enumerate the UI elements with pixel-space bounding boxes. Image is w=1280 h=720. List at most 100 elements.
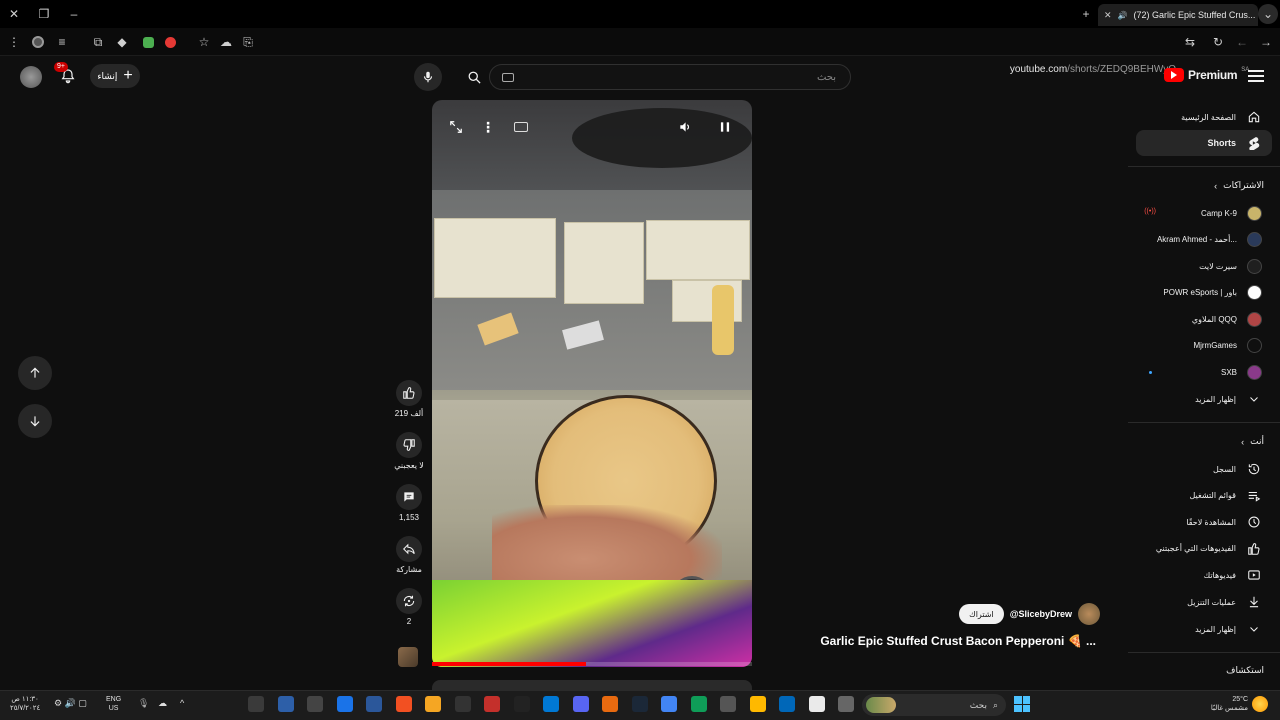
like-button[interactable] bbox=[396, 380, 422, 406]
next-short-button[interactable] bbox=[18, 404, 52, 438]
hamburger-menu-icon[interactable] bbox=[1248, 68, 1264, 84]
sidebar-subscription-1[interactable]: Akram Ahmed - أحمد... bbox=[1136, 227, 1272, 253]
captions-button[interactable] bbox=[510, 116, 532, 138]
bookmark-star-icon[interactable]: ☆ bbox=[194, 32, 214, 52]
record-app-icon[interactable] bbox=[484, 696, 500, 712]
restore-window-icon[interactable]: ❐ bbox=[34, 4, 54, 24]
sidebar-you-item-1[interactable]: قوائم التشغيل bbox=[1136, 483, 1272, 509]
chatgpt-app-icon[interactable] bbox=[307, 696, 323, 712]
reload-icon[interactable]: ↻ bbox=[1208, 32, 1228, 52]
chrome-app-icon[interactable] bbox=[661, 696, 677, 712]
sidebar-subscription-4[interactable]: الملاوي QQQ bbox=[1136, 306, 1272, 332]
search-button[interactable] bbox=[460, 64, 488, 90]
sidebar-you-item-4[interactable]: فيديوهاتك bbox=[1136, 562, 1272, 588]
extension-red-icon[interactable] bbox=[160, 32, 180, 52]
menu-dots-icon[interactable]: ⋮ bbox=[4, 32, 24, 52]
channel-avatar[interactable] bbox=[1078, 603, 1100, 625]
word-app-icon[interactable] bbox=[366, 696, 382, 712]
chevron-up-icon[interactable]: ^ bbox=[180, 698, 184, 708]
account-avatar[interactable] bbox=[20, 66, 42, 88]
office-app-icon[interactable] bbox=[395, 696, 412, 712]
settings-app-icon[interactable] bbox=[277, 696, 294, 712]
back-icon[interactable]: → bbox=[1256, 32, 1276, 52]
weather-widget[interactable]: 25°C مشمس غالبًا bbox=[1200, 695, 1248, 713]
share-button[interactable] bbox=[396, 536, 422, 562]
notifications-button[interactable]: 9+ bbox=[54, 62, 78, 86]
windows-start-icon[interactable] bbox=[1014, 696, 1030, 712]
fullscreen-button[interactable] bbox=[445, 116, 467, 138]
subscriptions-header[interactable]: ‹ الاشتراكات bbox=[1214, 180, 1264, 191]
create-button[interactable]: إنشاء + bbox=[90, 64, 140, 88]
sidebar-show-more-2[interactable]: إظهار المزيد bbox=[1136, 616, 1272, 642]
sidebar-subscription-5[interactable]: MjrmGames bbox=[1136, 333, 1272, 359]
search-input[interactable] bbox=[490, 65, 850, 89]
task-view-icon[interactable] bbox=[248, 696, 264, 712]
comments-button[interactable] bbox=[396, 484, 422, 510]
obs-app-icon[interactable] bbox=[720, 696, 736, 712]
close-window-icon[interactable]: ✕ bbox=[4, 4, 24, 24]
sound-thumbnail[interactable] bbox=[398, 647, 418, 667]
previous-short-button[interactable] bbox=[18, 356, 52, 390]
mail-app-icon[interactable] bbox=[543, 696, 559, 712]
screenshot-icon[interactable]: ⎘ bbox=[238, 32, 258, 52]
short-title[interactable]: Garlic Epic Stuffed Crust Bacon Pepperon… bbox=[820, 634, 1096, 648]
discord-app-icon[interactable] bbox=[572, 696, 589, 712]
keyboard-icon[interactable] bbox=[502, 73, 514, 82]
you-header[interactable]: ‹ أنت bbox=[1241, 436, 1264, 447]
sidebar-subscription-6[interactable]: SXB bbox=[1136, 359, 1272, 385]
taskbar-clock[interactable]: ١١:٣٠ ص ٢٥/٧/٢٠٢٤ bbox=[10, 695, 40, 713]
taskbar-system-icons[interactable]: ⚙ 🔊 ▢ bbox=[54, 698, 87, 709]
sidebar-item-shorts[interactable]: Shorts bbox=[1136, 130, 1272, 156]
sidebar-show-more[interactable]: إظهار المزيد bbox=[1136, 386, 1272, 412]
forward-icon[interactable]: ← bbox=[1232, 32, 1252, 52]
sidebar-subscription-2[interactable]: سيرت لايت bbox=[1136, 253, 1272, 279]
remix-button[interactable] bbox=[396, 588, 422, 614]
sidebar-you-item-3[interactable]: الفيديوهات التي أعجبتني bbox=[1136, 536, 1272, 562]
copilot-app-icon[interactable] bbox=[779, 696, 795, 712]
profile-icon[interactable] bbox=[28, 32, 48, 52]
dislike-label: لا يعجبني bbox=[394, 461, 424, 470]
video-progress-bar[interactable] bbox=[432, 662, 752, 666]
edge-app-icon[interactable] bbox=[336, 696, 353, 712]
tab-active[interactable]: ✕ 🔊 (72) Garlic Epic Stuffed Crus... bbox=[1098, 4, 1258, 26]
blank-app-icon[interactable] bbox=[513, 696, 530, 712]
dislike-button[interactable] bbox=[396, 432, 422, 458]
cloud-icon[interactable]: ☁ bbox=[216, 32, 236, 52]
youtube-premium-logo[interactable]: Premium SA bbox=[1164, 67, 1249, 82]
more-options-icon[interactable]: ⋮ bbox=[477, 116, 499, 138]
tab-list-icon[interactable]: ≡ bbox=[52, 32, 72, 52]
sidebar-you-item-0[interactable]: السجل bbox=[1136, 456, 1272, 482]
edge-canary-app-icon[interactable] bbox=[690, 696, 707, 712]
steam-app-icon[interactable] bbox=[631, 696, 648, 712]
sidebar-subscription-0[interactable]: Camp K-9 bbox=[1136, 200, 1272, 226]
subscribe-button[interactable]: اشتراك bbox=[959, 604, 1004, 624]
channel-name[interactable]: @SlicebyDrew bbox=[1010, 609, 1072, 619]
mute-button[interactable] bbox=[674, 116, 696, 138]
site-settings-icon[interactable]: ⇆ bbox=[1180, 32, 1200, 52]
next-short-preview[interactable] bbox=[432, 680, 752, 690]
mic-tray-icon[interactable]: 🎙 bbox=[138, 698, 149, 709]
sidebar-you-item-5[interactable]: عمليات التنزيل bbox=[1136, 589, 1272, 615]
new-tab-icon[interactable]: + bbox=[1076, 4, 1096, 24]
extension-shield-icon[interactable] bbox=[138, 32, 158, 52]
minimize-window-icon[interactable]: – bbox=[64, 4, 84, 24]
pencil-app-icon[interactable] bbox=[425, 696, 441, 712]
store-app-icon[interactable] bbox=[808, 696, 825, 712]
sidebar-subscription-3[interactable]: POWR eSports | باور bbox=[1136, 280, 1272, 306]
game-app-icon[interactable] bbox=[454, 696, 471, 712]
window-app-icon[interactable] bbox=[838, 696, 854, 712]
pause-button[interactable] bbox=[714, 116, 736, 138]
sidebar-item-home[interactable]: الصفحة الرئيسية bbox=[1136, 104, 1272, 130]
voice-search-button[interactable] bbox=[414, 63, 442, 91]
extension-diamond-icon[interactable]: ◆ bbox=[112, 32, 132, 52]
vlc-app-icon[interactable] bbox=[602, 696, 618, 712]
cloud-tray-icon[interactable]: ☁ bbox=[158, 698, 167, 709]
explorer-app-icon[interactable] bbox=[749, 696, 766, 712]
search-field[interactable] bbox=[489, 64, 851, 90]
close-tab-icon[interactable]: ✕ bbox=[1104, 10, 1112, 21]
extensions-icon[interactable]: ⧉ bbox=[88, 32, 108, 52]
language-indicator[interactable]: ENG US bbox=[106, 695, 121, 713]
tab-search-icon[interactable]: ⌄ bbox=[1258, 4, 1278, 24]
short-video-player[interactable]: ⋮ bbox=[432, 100, 752, 667]
sidebar-you-item-2[interactable]: المشاهدة لاحقًا bbox=[1136, 509, 1272, 535]
